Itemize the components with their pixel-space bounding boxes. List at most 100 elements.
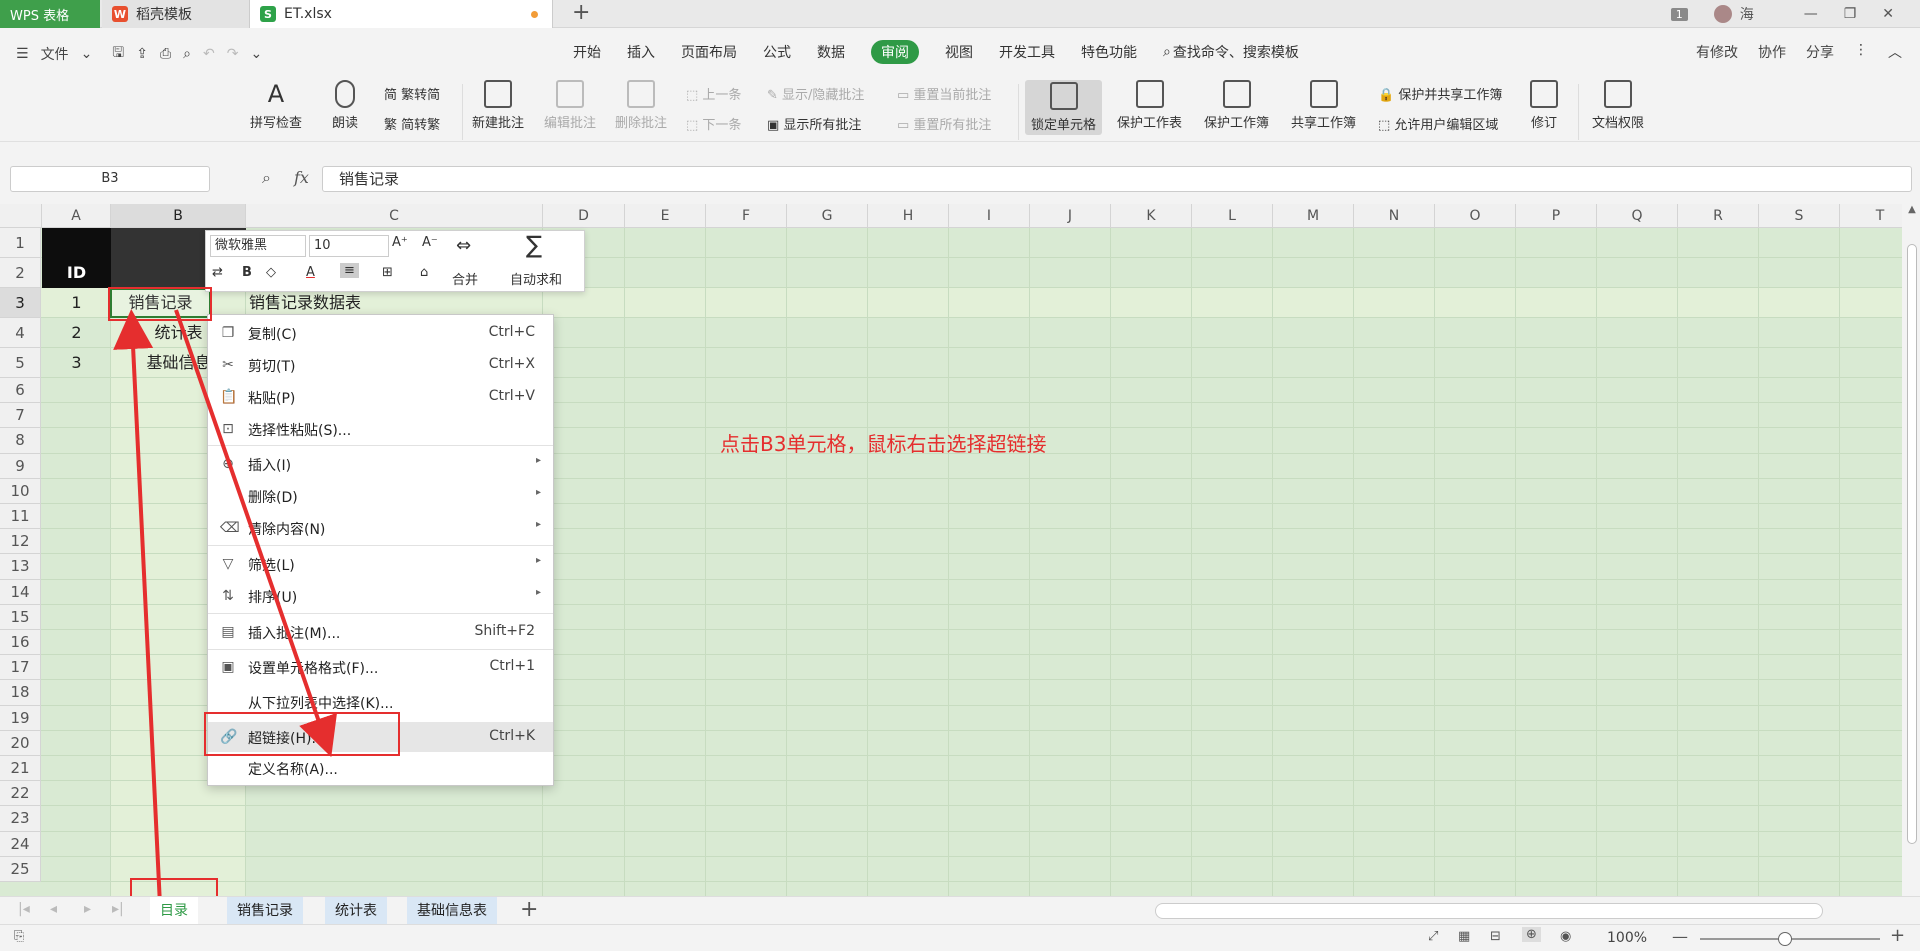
font-size-select[interactable]: 10 bbox=[309, 235, 389, 257]
doc-permission-button[interactable]: 文档权限 bbox=[1592, 80, 1644, 131]
merge-button[interactable]: 合并 bbox=[452, 269, 478, 288]
vertical-scrollbar[interactable]: ▲ bbox=[1904, 204, 1920, 896]
reading-mode-icon[interactable]: ⊕ bbox=[1522, 927, 1541, 942]
menu-item-paste-special[interactable]: ⊡ 选择性粘贴(S)... bbox=[208, 414, 553, 444]
zoom-slider-knob[interactable] bbox=[1778, 932, 1792, 946]
fill-color-icon[interactable]: ◇ bbox=[266, 265, 276, 280]
chevron-down-icon[interactable]: ⌄ bbox=[81, 46, 93, 62]
zoom-formula-icon[interactable]: ⌕ bbox=[262, 168, 271, 188]
font-color-icon[interactable]: A bbox=[306, 265, 315, 280]
sheet-tab-info[interactable]: 基础信息表 bbox=[407, 897, 497, 925]
column-header[interactable]: A bbox=[42, 204, 111, 228]
border-icon[interactable]: ⊞ bbox=[382, 265, 393, 280]
new-tab-button[interactable]: + bbox=[572, 0, 590, 28]
font-family-select[interactable]: 微软雅黑 bbox=[210, 235, 306, 257]
redo-icon[interactable]: ↷ bbox=[227, 46, 239, 62]
revise-button[interactable]: 修订 bbox=[1530, 80, 1558, 131]
sheet-tab-sales[interactable]: 销售记录 bbox=[227, 897, 303, 925]
show-all-comments-button[interactable]: ▣ 显示所有批注 bbox=[767, 114, 861, 133]
menu-item-insert[interactable]: ⊕ 插入(I) ▸ bbox=[208, 449, 553, 479]
allow-edit-button[interactable]: ⬚ 允许用户编辑区域 bbox=[1378, 114, 1498, 133]
preview-icon[interactable]: ⌕ bbox=[183, 46, 191, 62]
normal-view-icon[interactable]: ▦ bbox=[1458, 929, 1470, 944]
menu-item-clear[interactable]: ⌫ 清除内容(N) ▸ bbox=[208, 513, 553, 543]
spell-check-button[interactable]: A 拼写检查 bbox=[250, 80, 302, 131]
minimize-icon[interactable]: — bbox=[1804, 6, 1818, 22]
bold-button[interactable]: B bbox=[242, 265, 252, 280]
protect-book-button[interactable]: 保护工作簿 bbox=[1204, 80, 1269, 131]
share-book-button[interactable]: 共享工作簿 bbox=[1291, 80, 1356, 131]
trad-to-simp-button[interactable]: 简 繁转简 bbox=[384, 84, 440, 103]
menu-developer[interactable]: 开发工具 bbox=[999, 42, 1055, 62]
column-header[interactable]: F bbox=[706, 204, 787, 228]
row-header[interactable]: 24 bbox=[0, 831, 41, 857]
column-header[interactable]: Q bbox=[1597, 204, 1678, 228]
row-header[interactable]: 16 bbox=[0, 630, 41, 656]
row-header[interactable]: 10 bbox=[0, 478, 41, 504]
protect-sheet-button[interactable]: 保护工作表 bbox=[1117, 80, 1182, 131]
command-search[interactable]: 查找命令、搜索模板 bbox=[1173, 42, 1299, 62]
row-header[interactable]: 11 bbox=[0, 504, 41, 530]
macro-icon[interactable]: ⎘ bbox=[14, 929, 24, 944]
cell-a3[interactable]: 1 bbox=[42, 288, 111, 318]
row-header[interactable]: 4 bbox=[0, 318, 41, 348]
cell-a2[interactable]: ID bbox=[42, 258, 111, 288]
reset-all-button[interactable]: ▭ 重置所有批注 bbox=[897, 114, 991, 133]
collab-button[interactable]: 协作 bbox=[1758, 42, 1786, 62]
first-sheet-icon[interactable]: |◂ bbox=[18, 901, 30, 917]
menu-start[interactable]: 开始 bbox=[573, 42, 601, 62]
row-header[interactable]: 6 bbox=[0, 378, 41, 404]
eye-protect-icon[interactable]: ◉ bbox=[1560, 929, 1571, 944]
edit-comment-button[interactable]: 编辑批注 bbox=[544, 80, 596, 131]
lock-cell-button[interactable]: 锁定单元格 bbox=[1025, 80, 1103, 135]
column-header[interactable]: H bbox=[868, 204, 949, 228]
decrease-font-icon[interactable]: A⁻ bbox=[422, 235, 438, 250]
column-header[interactable]: J bbox=[1030, 204, 1111, 228]
row-header[interactable]: 15 bbox=[0, 604, 41, 630]
menu-page-layout[interactable]: 页面布局 bbox=[681, 42, 737, 62]
page-break-icon[interactable]: ⊟ bbox=[1490, 929, 1501, 944]
show-hide-comment-button[interactable]: ✎ 显示/隐藏批注 bbox=[767, 84, 864, 103]
select-all-corner[interactable] bbox=[0, 204, 42, 228]
column-header[interactable]: C bbox=[246, 204, 543, 228]
name-box[interactable]: B3 bbox=[10, 166, 210, 192]
window-count-badge[interactable]: 1 bbox=[1670, 7, 1688, 21]
export-icon[interactable]: ⇪ bbox=[136, 46, 148, 62]
align-center-icon[interactable]: ≡ bbox=[340, 263, 359, 278]
column-header[interactable]: B bbox=[111, 204, 246, 228]
collapse-ribbon-icon[interactable]: ︿ bbox=[1888, 42, 1902, 62]
column-header[interactable]: E bbox=[625, 204, 706, 228]
zoom-in-icon[interactable]: + bbox=[1890, 925, 1905, 946]
row-header[interactable]: 17 bbox=[0, 655, 41, 681]
menu-item-copy[interactable]: ❐ 复制(C) Ctrl+C bbox=[208, 318, 553, 348]
reset-current-button[interactable]: ▭ 重置当前批注 bbox=[897, 84, 991, 103]
prev-comment-button[interactable]: ⬚ 上一条 bbox=[686, 84, 741, 103]
cell-a4[interactable]: 2 bbox=[42, 318, 111, 348]
protect-share-button[interactable]: 🔒 保护并共享工作簿 bbox=[1378, 84, 1502, 103]
next-sheet-icon[interactable]: ▸ bbox=[84, 901, 91, 917]
menu-item-cut[interactable]: ✂ 剪切(T) Ctrl+X bbox=[208, 350, 553, 380]
column-header[interactable]: M bbox=[1273, 204, 1354, 228]
formula-input[interactable]: 销售记录 bbox=[322, 166, 1912, 192]
menu-item-sort[interactable]: ⇅ 排序(U) ▸ bbox=[208, 581, 553, 611]
menu-item-insert-comment[interactable]: ▤ 插入批注(M)... Shift+F2 bbox=[208, 617, 553, 647]
sheet-tab-stats[interactable]: 统计表 bbox=[325, 897, 387, 925]
row-header[interactable]: 9 bbox=[0, 453, 41, 479]
row-header[interactable]: 23 bbox=[0, 806, 41, 832]
row-header[interactable]: 12 bbox=[0, 529, 41, 555]
print-icon[interactable]: ⎙ bbox=[160, 46, 171, 62]
merge-icon[interactable]: ⇔ bbox=[456, 235, 471, 256]
add-sheet-button[interactable]: + bbox=[520, 897, 538, 922]
simp-to-trad-button[interactable]: 繁 简转繁 bbox=[384, 114, 440, 133]
customize-icon[interactable]: ⌄ bbox=[250, 46, 262, 62]
more-icon[interactable]: ⋮ bbox=[1854, 42, 1868, 62]
horizontal-scrollbar[interactable] bbox=[1155, 903, 1823, 919]
menu-item-delete[interactable]: 删除(D) ▸ bbox=[208, 481, 553, 511]
last-sheet-icon[interactable]: ▸| bbox=[112, 901, 124, 917]
column-header[interactable]: O bbox=[1435, 204, 1516, 228]
menu-view[interactable]: 视图 bbox=[945, 42, 973, 62]
cell-a5[interactable]: 3 bbox=[42, 348, 111, 378]
menu-item-format-cells[interactable]: ▣ 设置单元格格式(F)... Ctrl+1 bbox=[208, 652, 553, 682]
user-name[interactable]: 海 bbox=[1740, 4, 1754, 24]
next-comment-button[interactable]: ⬚ 下一条 bbox=[686, 114, 741, 133]
